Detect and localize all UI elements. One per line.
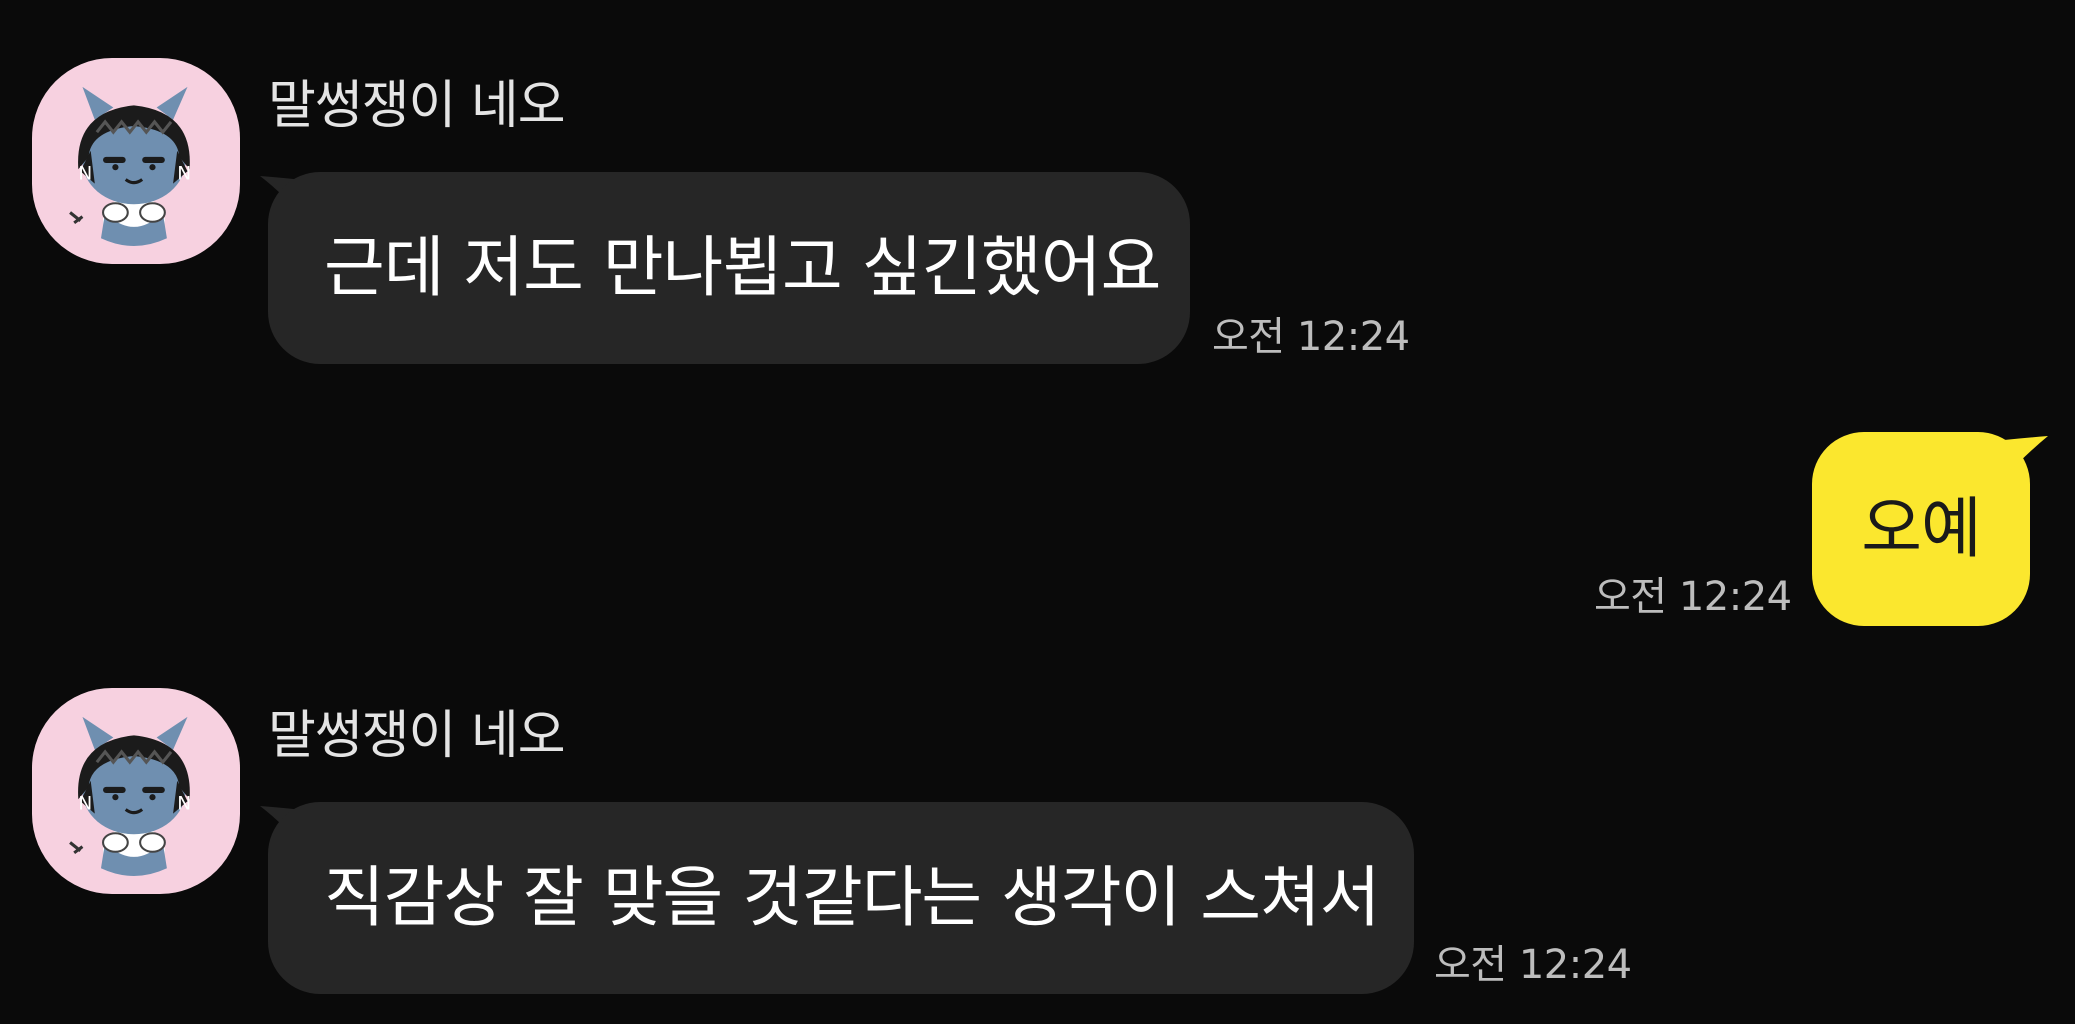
message-timestamp: 오전 12:24 — [1594, 574, 1792, 620]
sender-name: 말썽쟁이 네오 — [268, 76, 566, 136]
message-text: 오예 — [1861, 490, 1981, 567]
neo-character-avatar-icon: N N — [69, 716, 191, 876]
message-bubble[interactable]: 오예 — [1812, 432, 2030, 626]
svg-text:N: N — [78, 164, 92, 185]
neo-character-avatar-icon: N N — [69, 86, 191, 246]
avatar[interactable]: N N — [32, 58, 240, 264]
svg-text:N: N — [177, 164, 191, 185]
message-text: 직감상 잘 맞을 것같다는 생각이 스쳐서 — [324, 859, 1380, 936]
avatar[interactable]: N N — [32, 688, 240, 894]
message-timestamp: 오전 12:24 — [1212, 314, 1410, 360]
bubble-tail — [2004, 436, 2048, 478]
message-timestamp: 오전 12:24 — [1434, 942, 1632, 988]
message-bubble[interactable]: 근데 저도 만나뵙고 싶긴했어요 — [268, 172, 1190, 364]
svg-text:N: N — [78, 794, 92, 815]
message-text: 근데 저도 만나뵙고 싶긴했어요 — [324, 229, 1161, 306]
message-bubble[interactable]: 직감상 잘 맞을 것같다는 생각이 스쳐서 — [268, 802, 1414, 994]
svg-text:N: N — [177, 794, 191, 815]
sender-name: 말썽쟁이 네오 — [268, 706, 566, 766]
